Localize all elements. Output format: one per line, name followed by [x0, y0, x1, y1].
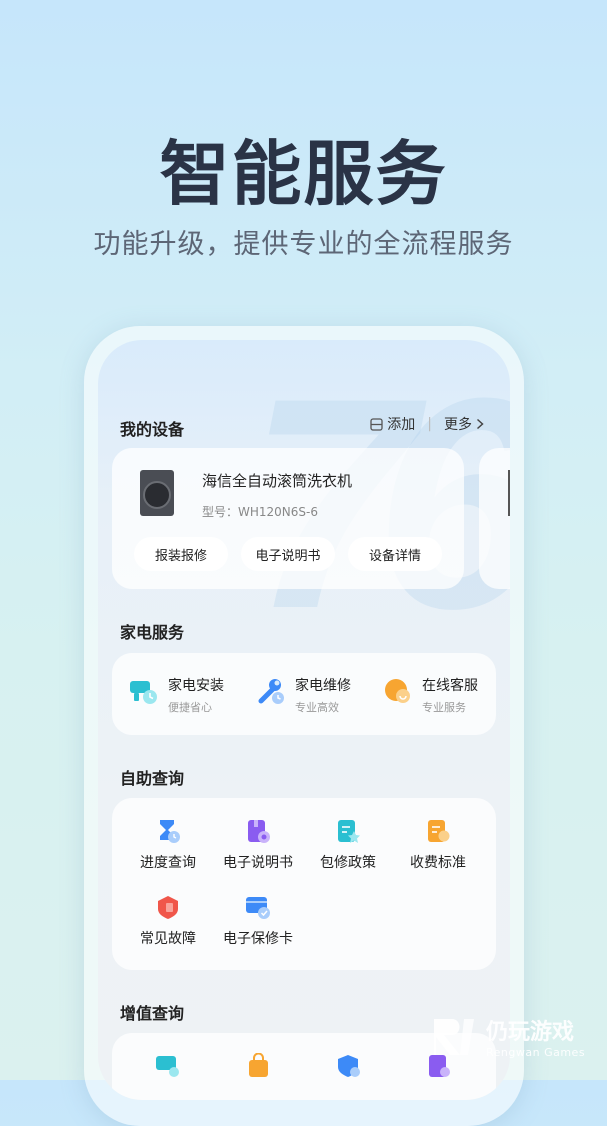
fee-doc-icon — [428, 820, 450, 842]
add-device-icon — [370, 417, 383, 431]
device-model: 型号：WH120N6S-6 — [202, 505, 318, 519]
manual-button[interactable]: 电子说明书 — [241, 537, 335, 571]
self-query-title: 自助查询 — [120, 769, 185, 788]
shopping-bag-icon[interactable] — [246, 1053, 272, 1079]
more-label: 更多 — [444, 417, 472, 433]
e-warranty-card-label: 电子保修卡 — [223, 931, 293, 947]
shield-icon[interactable] — [336, 1053, 362, 1079]
service-repair-title: 家电维修 — [295, 678, 351, 694]
service-install-desc: 便捷省心 — [168, 701, 212, 714]
e-warranty-card-item[interactable]: 电子保修卡 — [218, 894, 298, 948]
service-install-title: 家电安装 — [168, 678, 224, 694]
add-label: 添加 — [387, 417, 416, 433]
my-devices-title: 我的设备 — [120, 420, 185, 439]
service-repair[interactable]: 家电维修 专业高效 — [255, 675, 351, 715]
service-repair-desc: 专业高效 — [295, 701, 339, 714]
install-icon — [130, 681, 157, 704]
service-online-support-title: 在线客服 — [422, 678, 478, 694]
watermark-main-text: 仍玩游戏 — [486, 1020, 575, 1045]
devices-header-actions: 添加 | 更多 — [370, 414, 484, 434]
appliance-services-card: 家电安装 便捷省心 家电维修 专业高效 在线客服 专业服务 — [112, 653, 496, 735]
service-online-support[interactable]: 在线客服 专业服务 — [382, 675, 478, 715]
customer-service-icon — [385, 679, 410, 703]
value-query-title: 增值查询 — [120, 1004, 185, 1023]
fee-standard-label: 收费标准 — [410, 855, 466, 871]
hero-subtitle: 功能升级，提供专业的全流程服务 — [93, 229, 514, 260]
progress-query-item[interactable]: 进度查询 — [128, 818, 208, 872]
watermark: 仍玩游戏 Rengwan Games — [430, 1014, 585, 1059]
device-name: 海信全自动滚筒洗衣机 — [202, 472, 353, 490]
manual-label: 电子说明书 — [223, 855, 293, 871]
device-details-button[interactable]: 设备详情 — [348, 537, 442, 571]
add-device-button[interactable]: 添加 — [370, 414, 415, 434]
self-query-card: 进度查询 电子说明书 包修政策 收费标准 常见故障 电子保修卡 — [112, 798, 496, 970]
phone-screen: 76 我的设备 添加 | 更多 海信全自动滚筒洗衣机 型号：WH120N6S-6… — [98, 340, 510, 1100]
policy-doc-icon — [338, 820, 360, 843]
header-divider: | — [427, 416, 432, 432]
warranty-policy-label: 包修政策 — [320, 855, 376, 871]
manual-book-icon — [248, 820, 270, 843]
common-faults-item[interactable]: 常见故障 — [128, 894, 208, 948]
service-online-support-desc: 专业服务 — [422, 701, 466, 714]
appliance-services-title: 家电服务 — [120, 623, 185, 642]
monitor-icon[interactable] — [154, 1053, 180, 1079]
hourglass-icon — [160, 820, 180, 843]
warranty-policy-item[interactable]: 包修政策 — [308, 818, 388, 872]
progress-query-label: 进度查询 — [140, 855, 196, 871]
watermark-sub-text: Rengwan Games — [486, 1046, 586, 1059]
washer-image — [140, 470, 174, 516]
manual-item[interactable]: 电子说明书 — [218, 818, 298, 872]
repair-wrench-icon — [258, 679, 284, 704]
fee-standard-item[interactable]: 收费标准 — [398, 818, 478, 872]
hero-title: 智能服务 — [159, 133, 448, 215]
warranty-card-icon — [246, 897, 270, 919]
next-device-card[interactable] — [479, 448, 510, 589]
watermark-logo-icon — [434, 1018, 474, 1055]
service-install[interactable]: 家电安装 便捷省心 — [128, 675, 224, 715]
chevron-right-icon — [476, 418, 484, 430]
device-card[interactable]: 海信全自动滚筒洗衣机 型号：WH120N6S-6 报装报修 电子说明书 设备详情 — [112, 448, 464, 589]
fault-shield-icon — [158, 896, 178, 919]
repair-install-button[interactable]: 报装报修 — [134, 537, 228, 571]
common-faults-label: 常见故障 — [140, 931, 196, 947]
more-devices-button[interactable]: 更多 — [444, 414, 484, 434]
